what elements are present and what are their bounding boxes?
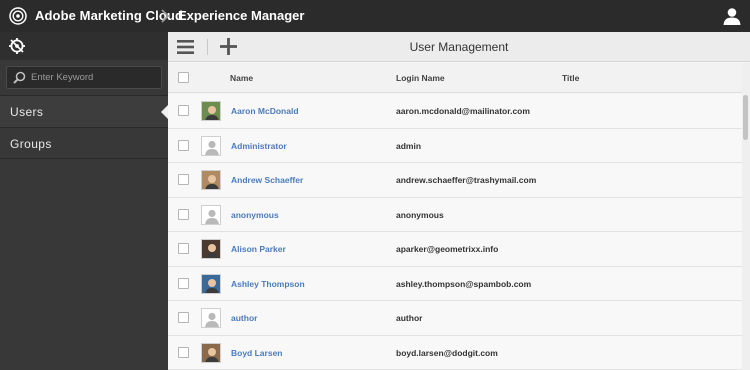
- login-name: ashley.thompson@spambob.com: [396, 278, 532, 289]
- column-header-name[interactable]: Name: [230, 63, 253, 93]
- user-name-link[interactable]: Aaron McDonald: [231, 94, 299, 128]
- user-profile-icon[interactable]: [722, 6, 742, 26]
- row-checkbox[interactable]: [178, 174, 189, 185]
- user-name-link[interactable]: Ashley Thompson: [231, 267, 305, 301]
- table-row[interactable]: Boyd Larsen boyd.larsen@dodgit.com: [168, 335, 742, 370]
- avatar: [201, 170, 221, 190]
- toolbar: User Management: [168, 32, 750, 62]
- user-list: Aaron McDonald aaron.mcdonald@mailinator.…: [168, 94, 742, 370]
- adobe-marketing-cloud-logo-icon[interactable]: [9, 7, 27, 25]
- login-name: aaron.mcdonald@mailinator.com: [396, 106, 530, 116]
- page-title: User Management: [409, 40, 509, 54]
- row-checkbox[interactable]: [178, 105, 189, 116]
- keyword-search-input[interactable]: [31, 69, 159, 86]
- table-row[interactable]: author author: [168, 301, 742, 336]
- row-checkbox[interactable]: [178, 243, 189, 254]
- row-checkbox[interactable]: [178, 208, 189, 220]
- table-header: Name Login Name Title: [168, 63, 742, 93]
- login-name: anonymous: [396, 209, 444, 220]
- rail-item-groups[interactable]: Groups: [0, 127, 168, 159]
- user-name-link[interactable]: Alison Parker: [231, 232, 286, 266]
- avatar: [201, 342, 221, 363]
- row-checkbox[interactable]: [178, 312, 189, 323]
- login-name: andrew.schaeffer@trashymail.com: [396, 175, 537, 185]
- select-all-checkbox[interactable]: [178, 72, 189, 83]
- vertical-scrollbar[interactable]: [742, 63, 750, 370]
- default-avatar-icon: [201, 308, 221, 328]
- keyword-search: [6, 66, 162, 89]
- avatar: [201, 273, 221, 294]
- login-name: boyd.larsen@dodgit.com: [396, 347, 498, 358]
- user-name-link[interactable]: anonymous: [231, 198, 279, 232]
- rail-header: [0, 32, 168, 60]
- row-checkbox[interactable]: [178, 346, 189, 358]
- rail-item-label: Groups: [10, 137, 52, 151]
- user-name-link[interactable]: Andrew Schaeffer: [231, 163, 303, 197]
- left-rail: Users Groups: [0, 32, 168, 370]
- table-row[interactable]: Administrator admin: [168, 128, 742, 163]
- row-checkbox[interactable]: [178, 139, 189, 151]
- login-name: aparker@geometrixx.info: [396, 244, 499, 254]
- rail-item-users[interactable]: Users: [0, 95, 168, 127]
- table-row[interactable]: Aaron McDonald aaron.mcdonald@mailinator.…: [168, 94, 742, 129]
- avatar: [201, 101, 221, 121]
- row-checkbox[interactable]: [178, 277, 189, 289]
- product-title[interactable]: Experience Manager: [178, 8, 304, 23]
- login-name: author: [396, 313, 423, 323]
- user-name-link[interactable]: Administrator: [231, 129, 287, 163]
- table-row[interactable]: Alison Parker aparker@geometrixx.info: [168, 232, 742, 267]
- user-name-link[interactable]: Boyd Larsen: [231, 336, 283, 370]
- user-name-link[interactable]: author: [231, 301, 257, 335]
- global-header: Adobe Marketing Cloud Experience Manager: [0, 0, 750, 32]
- table-row[interactable]: Andrew Schaeffer andrew.schaeffer@trashym…: [168, 163, 742, 198]
- table-row[interactable]: Ashley Thompson ashley.thompson@spambob.c…: [168, 266, 742, 301]
- rail-item-label: Users: [10, 105, 44, 119]
- navigation-compass-icon[interactable]: [8, 37, 26, 55]
- search-icon: [13, 71, 26, 84]
- main-content: User Management Name Login Name Title Aa…: [168, 32, 750, 370]
- column-header-title[interactable]: Title: [562, 63, 579, 93]
- login-name: admin: [396, 140, 422, 151]
- breadcrumb-chevron-icon: [161, 9, 170, 23]
- column-header-login[interactable]: Login Name: [396, 63, 445, 93]
- active-indicator: [161, 105, 168, 119]
- avatar: [201, 239, 221, 259]
- table-row[interactable]: anonymous anonymous: [168, 197, 742, 232]
- default-avatar-icon: [201, 204, 221, 225]
- scrollbar-thumb[interactable]: [743, 95, 748, 140]
- default-avatar-icon: [201, 135, 221, 156]
